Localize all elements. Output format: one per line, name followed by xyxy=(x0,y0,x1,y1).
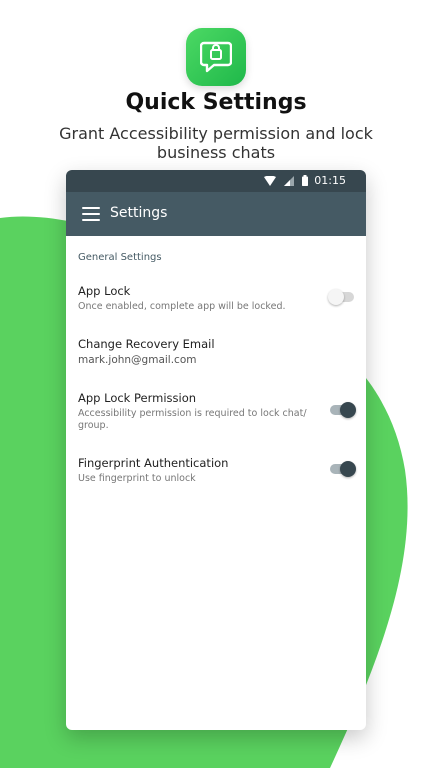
toolbar-title: Settings xyxy=(110,205,168,221)
setting-title: Fingerprint Authentication xyxy=(78,456,229,470)
hero-subtitle: Grant Accessibility permission and lock … xyxy=(59,124,373,162)
app-toolbar: Settings xyxy=(66,192,366,236)
app-lock-permission-toggle[interactable] xyxy=(330,402,356,418)
wifi-icon xyxy=(264,175,276,186)
app-logo-icon xyxy=(186,28,246,86)
fingerprint-toggle[interactable] xyxy=(330,461,356,477)
app-lock-toggle[interactable] xyxy=(328,289,354,305)
status-bar: 01:15 xyxy=(66,170,366,192)
battery-icon xyxy=(302,175,308,186)
hamburger-menu-icon[interactable] xyxy=(82,207,100,221)
setting-subtitle: Use fingerprint to unlock xyxy=(78,473,196,484)
setting-recovery-email[interactable]: Change Recovery Email mark.john@gmail.co… xyxy=(78,337,354,366)
setting-title: App Lock xyxy=(78,284,131,298)
phone-mockup: 01:15 Settings General Settings App Lock… xyxy=(66,170,366,730)
setting-app-lock[interactable]: App Lock Once enabled, complete app will… xyxy=(78,284,354,313)
signal-icon xyxy=(284,175,294,186)
section-header: General Settings xyxy=(78,252,162,263)
hero-title: Quick Settings xyxy=(125,90,307,115)
setting-title: Change Recovery Email xyxy=(78,337,215,351)
recovery-email-value: mark.john@gmail.com xyxy=(78,354,197,366)
setting-subtitle: Accessibility permission is required to … xyxy=(78,408,307,431)
status-clock: 01:15 xyxy=(314,174,346,187)
setting-fingerprint[interactable]: Fingerprint Authentication Use fingerpri… xyxy=(78,456,356,485)
setting-title: App Lock Permission xyxy=(78,391,197,405)
setting-app-lock-permission[interactable]: App Lock Permission Accessibility permis… xyxy=(78,391,356,432)
setting-subtitle: Once enabled, complete app will be locke… xyxy=(78,301,286,312)
